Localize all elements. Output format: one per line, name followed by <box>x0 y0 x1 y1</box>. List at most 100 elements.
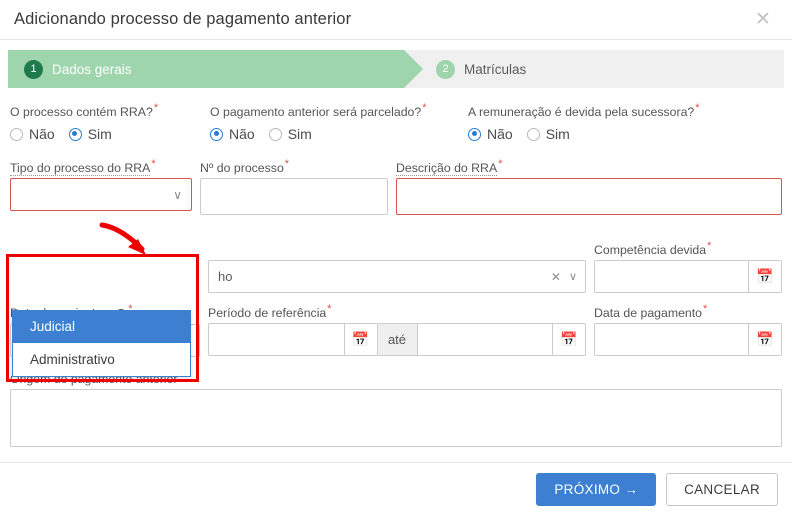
radio-group-pagamento-parcelado: Não Sim <box>210 122 468 146</box>
required-marker: * <box>498 158 503 171</box>
modal-header: Adicionando processo de pagamento anteri… <box>0 0 792 40</box>
dropdown-option-administrativo[interactable]: Administrativo <box>13 343 190 376</box>
label-processo-contem-rra: O processo contém RRA?* <box>10 102 210 119</box>
label-periodo-referencia: Período de referência* <box>208 303 586 320</box>
field-data-pagamento: Data de pagamento* 📅 <box>594 303 782 357</box>
next-button[interactable]: PRÓXIMO → <box>536 473 657 506</box>
step-label: Matrículas <box>464 61 527 77</box>
row-tipo-numero-descricao: Tipo do processo do RRA* ∨ Nº do process… <box>10 158 782 216</box>
page-title: Adicionando processo de pagamento anteri… <box>14 10 352 28</box>
required-marker: * <box>422 102 427 114</box>
radio-pagamento-parcelado-sim[interactable]: Sim <box>268 126 312 143</box>
multiselect-input[interactable]: ho ✕ ∨ <box>208 260 586 294</box>
field-pagamento-parcelado: O pagamento anterior será parcelado?* Nã… <box>210 102 468 146</box>
radio-label: Sim <box>545 126 570 143</box>
wizard-steps: 1 Dados gerais 2 Matrículas <box>8 50 784 88</box>
radio-circle-icon <box>268 127 282 141</box>
multiselect-value: ho <box>218 269 233 285</box>
chevron-down-icon: ∨ <box>173 187 182 202</box>
field-remuneracao-sucessora: A remuneração é devida pela sucessora?* … <box>468 102 738 146</box>
radio-remuneracao-sucessora-sim[interactable]: Sim <box>526 126 570 143</box>
required-marker: * <box>327 303 332 316</box>
field-origem-pagamento: Origem do pagamento anterior* <box>10 369 782 452</box>
label-text: Descrição do RRA <box>396 161 498 177</box>
label-text: O pagamento anterior será parcelado? <box>210 105 422 120</box>
close-icon[interactable]: ✕ <box>750 7 776 33</box>
label-data-pagamento: Data de pagamento* <box>594 303 782 320</box>
calendar-icon[interactable]: 📅 <box>748 260 782 294</box>
required-marker: * <box>695 102 700 114</box>
radio-group-remuneracao-sucessora: Não Sim <box>468 122 738 146</box>
field-competencia-devida: Competência devida* 📅 <box>594 240 782 294</box>
field-tipo-processo-rra: Tipo do processo do RRA* ∨ <box>10 158 192 215</box>
calendar-icon[interactable]: 📅 <box>748 323 782 357</box>
field-descricao-rra: Descrição do RRA* <box>396 158 782 216</box>
input-competencia-devida[interactable] <box>594 260 748 294</box>
radio-label: Sim <box>287 126 312 143</box>
field-numero-processo: Nº do processo* <box>200 158 388 216</box>
range-separator-label: até <box>377 323 418 357</box>
label-descricao-rra: Descrição do RRA* <box>396 158 782 177</box>
required-marker: * <box>153 102 159 114</box>
date-group-competencia-devida: 📅 <box>594 260 782 294</box>
radio-label: Não <box>29 126 55 143</box>
label-text: A remuneração é devida pela sucessora? <box>468 105 695 120</box>
input-data-pagamento[interactable] <box>594 323 748 357</box>
dropdown-option-judicial[interactable]: Judicial <box>13 310 190 343</box>
label-text: Período de referência <box>208 306 327 321</box>
input-descricao-rra[interactable] <box>396 178 782 216</box>
calendar-icon[interactable]: 📅 <box>552 323 586 357</box>
input-numero-processo[interactable] <box>200 178 388 216</box>
label-text: O processo contém RRA? <box>10 105 153 120</box>
required-marker: * <box>151 158 156 171</box>
step-number-badge: 2 <box>436 59 455 79</box>
step-label: Dados gerais <box>52 61 132 77</box>
date-group-data-pagamento: 📅 <box>594 323 782 357</box>
radio-processo-contem-rra-sim[interactable]: Sim <box>68 126 112 143</box>
input-periodo-fim[interactable] <box>417 323 552 357</box>
radio-label: Não <box>487 126 513 143</box>
input-periodo-inicio[interactable] <box>208 323 344 357</box>
radio-processo-contem-rra-nao[interactable]: Não <box>10 126 55 142</box>
label-text: Tipo do processo do RRA <box>10 161 151 177</box>
cancel-button[interactable]: CANCELAR <box>666 473 778 506</box>
required-marker: * <box>284 158 290 171</box>
modal-body: O processo contém RRA?* Não Sim O pagame… <box>0 88 792 462</box>
step-dados-gerais[interactable]: 1 Dados gerais <box>8 50 423 88</box>
chevron-down-icon: ∨ <box>568 271 577 284</box>
radio-circle-selected-icon <box>68 127 82 141</box>
radio-pagamento-parcelado-nao[interactable]: Não <box>210 126 255 142</box>
textarea-origem-pagamento[interactable] <box>10 389 782 448</box>
row-multiselect-competencia: ho ✕ ∨ Competência devida* 📅 <box>10 240 782 294</box>
label-tipo-processo-rra: Tipo do processo do RRA* <box>10 158 192 177</box>
label-pagamento-parcelado: O pagamento anterior será parcelado?* <box>210 102 468 119</box>
radio-questions-row: O processo contém RRA?* Não Sim O pagame… <box>10 102 782 146</box>
field-periodo-referencia: Período de referência* 📅 até 📅 <box>208 303 586 357</box>
label-text: Data de pagamento <box>594 306 703 321</box>
row-origem-pagamento: Origem do pagamento anterior* <box>10 369 782 452</box>
radio-circle-selected-icon <box>468 127 481 141</box>
radio-circle-selected-icon <box>210 127 223 141</box>
modal-dialog: Adicionando processo de pagamento anteri… <box>0 0 792 516</box>
step-number-badge: 1 <box>24 59 43 79</box>
label-numero-processo: Nº do processo* <box>200 158 388 175</box>
field-multiselect: ho ✕ ∨ <box>208 260 586 294</box>
label-text: Nº do processo <box>200 161 284 176</box>
dropdown-tipo-processo-rra-options[interactable]: Judicial Administrativo <box>12 310 191 377</box>
select-tipo-processo-rra[interactable]: ∨ <box>10 178 192 212</box>
label-competencia-devida: Competência devida* <box>594 240 782 257</box>
radio-label: Não <box>229 126 255 143</box>
field-processo-contem-rra: O processo contém RRA?* Não Sim <box>10 102 210 146</box>
modal-footer: PRÓXIMO → CANCELAR <box>0 462 792 516</box>
calendar-icon[interactable]: 📅 <box>343 323 378 357</box>
label-remuneracao-sucessora: A remuneração é devida pela sucessora?* <box>468 102 738 119</box>
label-text: Competência devida <box>594 243 707 258</box>
radio-remuneracao-sucessora-nao[interactable]: Não <box>468 126 513 142</box>
step-matriculas[interactable]: 2 Matrículas <box>404 50 784 88</box>
radio-group-processo-contem-rra: Não Sim <box>10 122 210 146</box>
clear-icon[interactable]: ✕ <box>551 270 561 284</box>
date-range-periodo-referencia: 📅 até 📅 <box>208 323 586 357</box>
radio-label: Sim <box>87 126 112 143</box>
required-marker: * <box>703 303 708 316</box>
required-marker: * <box>707 240 712 253</box>
